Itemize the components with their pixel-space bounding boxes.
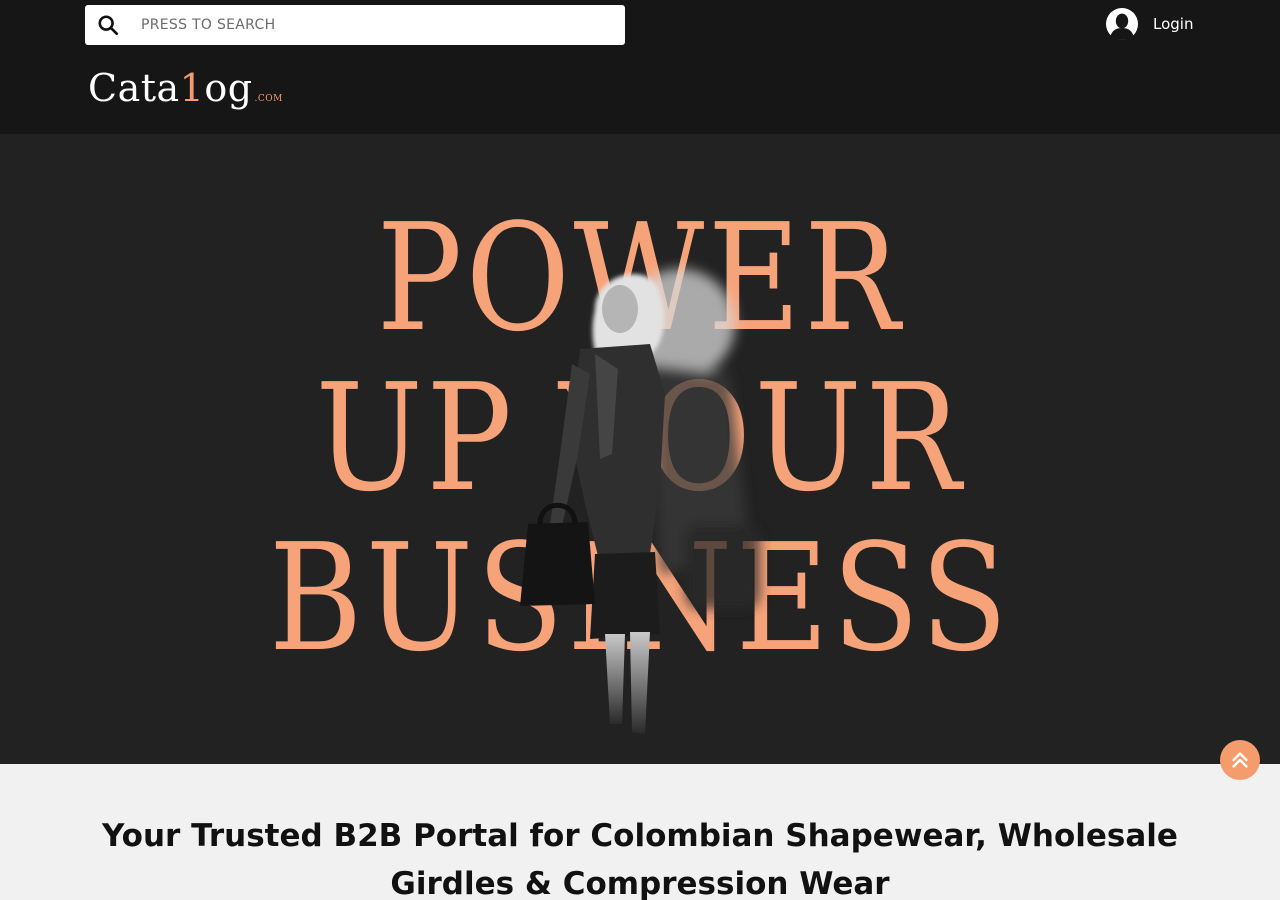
user-avatar-icon[interactable] bbox=[1106, 8, 1138, 40]
login-label[interactable]: Login bbox=[1153, 15, 1193, 33]
logo-wordmark: Cata1og bbox=[88, 66, 253, 110]
double-chevron-up-icon bbox=[1232, 752, 1248, 768]
hero-model-image bbox=[520, 269, 760, 734]
login-link[interactable]: Login bbox=[1106, 8, 1193, 40]
search-input[interactable] bbox=[141, 5, 625, 45]
logo-tld: .COM bbox=[254, 94, 283, 104]
search-bar[interactable] bbox=[85, 5, 625, 45]
page-tagline: Your Trusted B2B Portal for Colombian Sh… bbox=[102, 818, 1178, 900]
hero-banner: POWER UP YOUR BUSINESS bbox=[0, 134, 1280, 764]
site-logo[interactable]: Cata1og .COM bbox=[88, 66, 283, 110]
site-header: Login Cata1og .COM bbox=[0, 0, 1280, 134]
search-icon[interactable] bbox=[97, 14, 119, 36]
scroll-to-top-button[interactable] bbox=[1220, 740, 1260, 780]
